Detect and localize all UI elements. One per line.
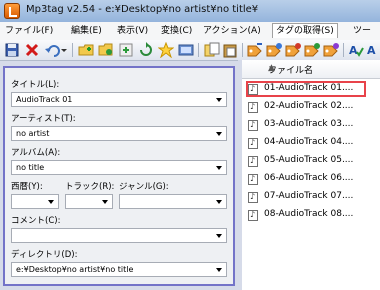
menu-bar: ファイル(F) 編集(E) 表示(V) 変換(C) アクション(A) タグの取得…	[0, 22, 380, 41]
toolbar: A A	[0, 40, 380, 61]
tag-to-filename-icon[interactable]	[247, 42, 263, 58]
svg-text:A: A	[367, 44, 376, 57]
track-field[interactable]	[65, 194, 113, 209]
file-name: 02-AudioTrack 02....	[264, 101, 354, 111]
filename-column-header[interactable]: ファイル名 ▲	[242, 60, 380, 79]
file-row[interactable]: 02-AudioTrack 02....	[246, 99, 380, 115]
file-row[interactable]: 07-AudioTrack 07....	[246, 189, 380, 205]
tag-sources-icon[interactable]	[323, 42, 339, 58]
comment-field[interactable]	[11, 228, 227, 243]
audio-file-icon	[248, 120, 258, 131]
album-label: アルバム(A):	[11, 148, 61, 158]
toolbar-separator	[72, 43, 73, 57]
album-value: no title	[16, 163, 45, 172]
directory-field[interactable]: e:¥Desktop¥no artist¥no title	[11, 262, 227, 277]
spellcheck-icon[interactable]: A	[348, 42, 364, 58]
year-label: 西暦(Y):	[11, 182, 43, 192]
title-label: タイトル(L):	[11, 80, 60, 90]
menu-action[interactable]: アクション(A)	[200, 24, 264, 38]
file-list: ファイル名 ▲ 01-AudioTrack 01.... 02-AudioTra…	[242, 60, 380, 290]
open-folder-icon[interactable]	[98, 42, 114, 58]
menu-convert[interactable]: 変換(C)	[158, 24, 195, 38]
audio-file-icon	[248, 210, 258, 221]
genre-field[interactable]	[119, 194, 227, 209]
tag-panel: タイトル(L): AudioTrack 01 アーティスト(T): no art…	[3, 66, 235, 286]
paste-tag-icon[interactable]	[222, 42, 238, 58]
file-name: 04-AudioTrack 04....	[264, 137, 354, 147]
save-icon[interactable]	[4, 42, 20, 58]
album-field[interactable]: no title	[11, 160, 227, 175]
undo-icon[interactable]	[44, 42, 60, 58]
font-icon[interactable]: A	[366, 42, 380, 58]
file-row[interactable]: 03-AudioTrack 03....	[246, 117, 380, 133]
menu-edit[interactable]: 編集(E)	[68, 24, 105, 38]
audio-file-icon	[248, 84, 258, 95]
svg-text:A: A	[349, 44, 358, 57]
undo-dropdown-icon[interactable]	[60, 42, 68, 58]
file-name: 01-AudioTrack 01....	[264, 83, 354, 93]
audio-file-icon	[248, 138, 258, 149]
title-field[interactable]: AudioTrack 01	[11, 92, 227, 107]
menu-view[interactable]: 表示(V)	[114, 24, 151, 38]
chevron-down-icon[interactable]	[216, 268, 222, 272]
file-row[interactable]: 04-AudioTrack 04....	[246, 135, 380, 151]
copy-tag-icon[interactable]	[204, 42, 220, 58]
refresh-folder-icon[interactable]	[138, 42, 154, 58]
audio-file-icon	[248, 174, 258, 185]
menu-tag-sources[interactable]: タグの取得(S)	[272, 23, 338, 38]
file-name: 06-AudioTrack 06....	[264, 173, 354, 183]
file-row[interactable]: 01-AudioTrack 01....	[246, 81, 380, 97]
file-name: 03-AudioTrack 03....	[264, 119, 354, 129]
file-name: 08-AudioTrack 08....	[264, 209, 354, 219]
artist-field[interactable]: no artist	[11, 126, 227, 141]
title-value: AudioTrack 01	[16, 95, 73, 104]
audio-file-icon	[248, 102, 258, 113]
text-to-tag-icon[interactable]	[285, 42, 301, 58]
chevron-down-icon[interactable]	[216, 200, 222, 204]
chevron-down-icon[interactable]	[216, 98, 222, 102]
artist-label: アーティスト(T):	[11, 114, 76, 124]
favorite-star-icon[interactable]	[158, 42, 174, 58]
tag-to-tag-icon[interactable]	[304, 42, 320, 58]
year-field[interactable]	[11, 194, 59, 209]
genre-label: ジャンル(G):	[119, 182, 169, 192]
file-name: 05-AudioTrack 05....	[264, 155, 354, 165]
chevron-down-icon[interactable]	[216, 234, 222, 238]
delete-icon[interactable]	[24, 42, 40, 58]
artist-value: no artist	[16, 129, 50, 138]
file-row[interactable]: 08-AudioTrack 08....	[246, 207, 380, 223]
menu-file[interactable]: ファイル(F)	[2, 24, 56, 38]
mp3tag-app-icon[interactable]	[4, 3, 20, 19]
file-row[interactable]: 06-AudioTrack 06....	[246, 171, 380, 187]
window-title: Mp3tag v2.54 - e:¥Desktop¥no artist¥no t…	[26, 4, 259, 15]
menu-tools[interactable]: ツー	[350, 24, 374, 38]
chevron-down-icon[interactable]	[216, 132, 222, 136]
filename-to-tag-icon[interactable]	[266, 42, 282, 58]
track-label: トラック(R):	[65, 182, 115, 192]
chevron-down-icon[interactable]	[216, 166, 222, 170]
comment-label: コメント(C):	[11, 216, 61, 226]
title-bar: Mp3tag v2.54 - e:¥Desktop¥no artist¥no t…	[0, 0, 380, 23]
directory-value: e:¥Desktop¥no artist¥no title	[16, 265, 134, 274]
file-row[interactable]: 05-AudioTrack 05....	[246, 153, 380, 169]
toolbar-separator	[242, 43, 243, 57]
directory-label: ディレクトリ(D):	[11, 250, 78, 260]
settings-icon[interactable]	[178, 42, 194, 58]
chevron-down-icon[interactable]	[48, 200, 54, 204]
toolbar-separator	[198, 43, 199, 57]
refresh-icon[interactable]	[118, 42, 134, 58]
chevron-down-icon[interactable]	[102, 200, 108, 204]
audio-file-icon	[248, 192, 258, 203]
sort-ascending-icon: ▲	[268, 63, 275, 73]
audio-file-icon	[248, 156, 258, 167]
file-name: 07-AudioTrack 07....	[264, 191, 354, 201]
add-folder-icon[interactable]	[78, 42, 94, 58]
toolbar-separator	[343, 43, 344, 57]
